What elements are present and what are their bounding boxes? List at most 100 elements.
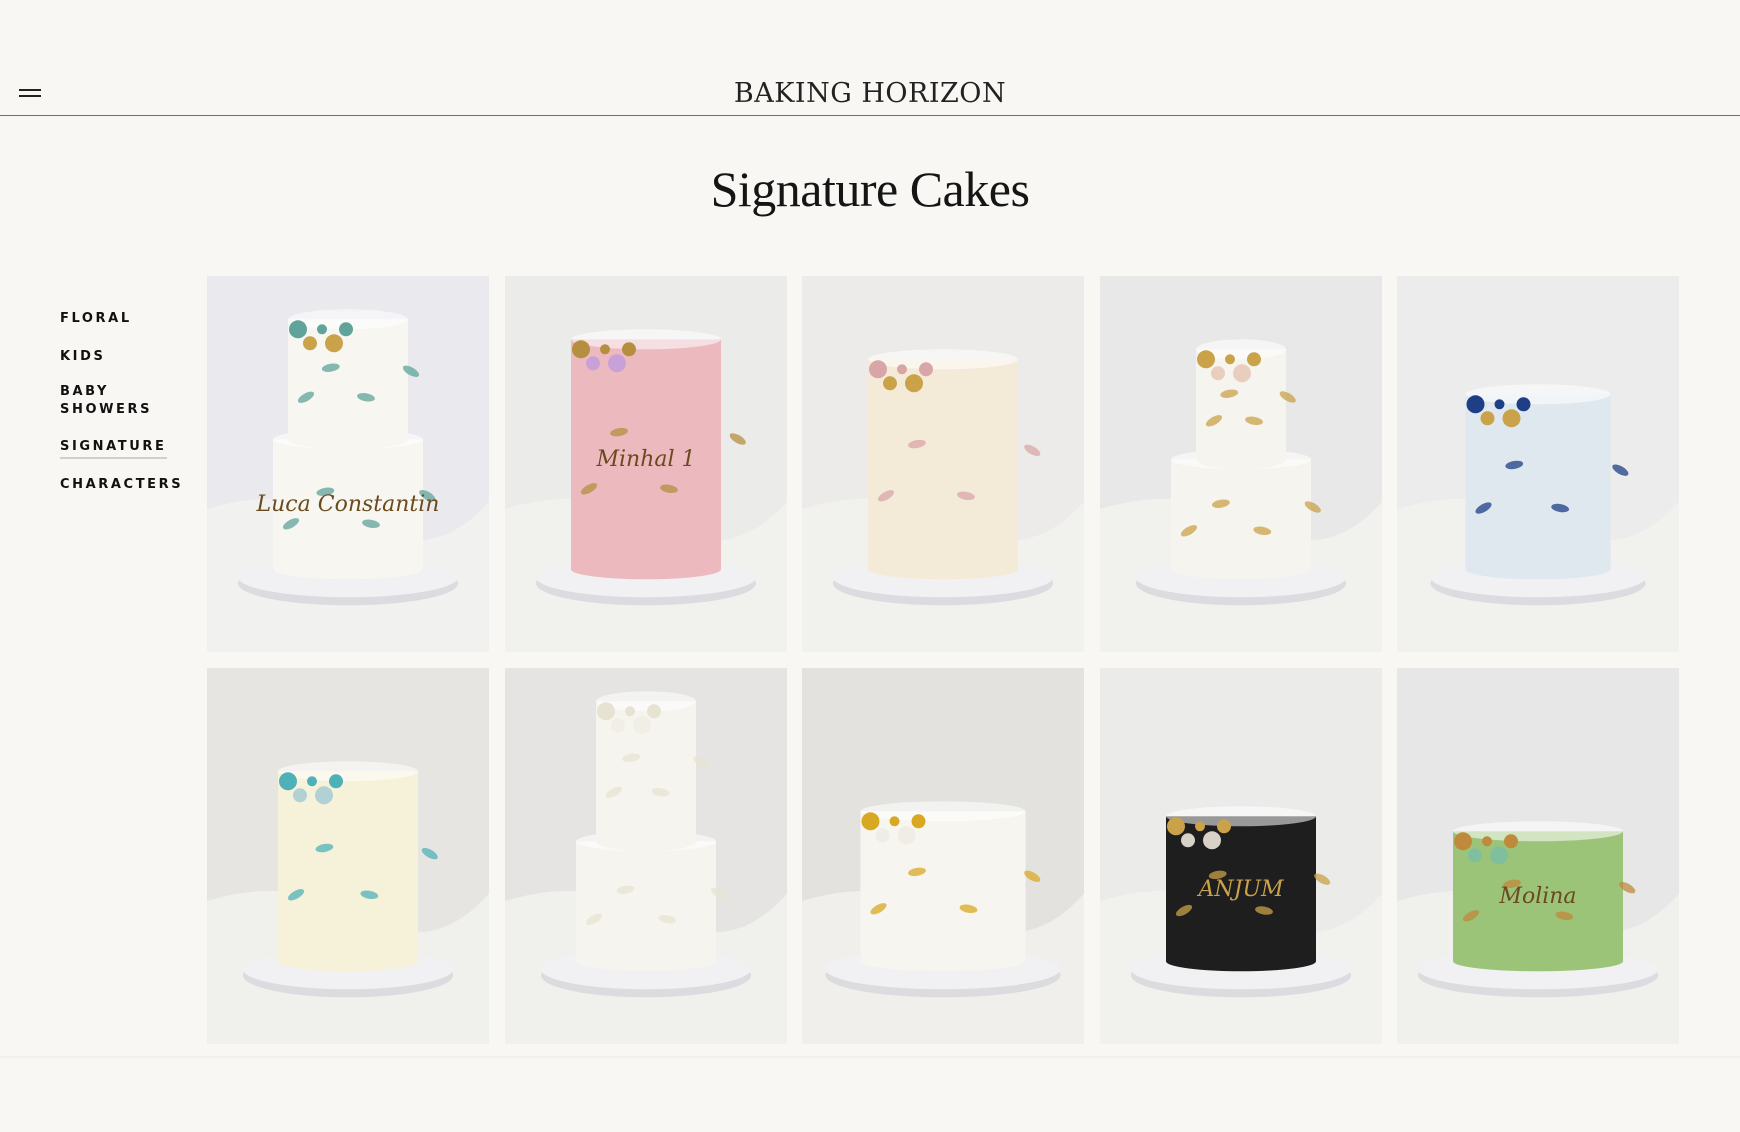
cake-flower xyxy=(586,356,600,371)
gallery-tile[interactable] xyxy=(505,668,787,1044)
cake-tier-bottom xyxy=(1171,559,1311,580)
nav-item-signature[interactable]: SIGNATURE xyxy=(60,438,167,459)
cake-flower xyxy=(622,342,636,357)
nav-item-baby-showers-line2[interactable]: SHOWERS xyxy=(60,401,152,419)
cake-flower xyxy=(1454,832,1472,851)
gallery-tile[interactable] xyxy=(1397,276,1679,652)
cake-tier-top xyxy=(571,329,721,350)
gallery-tile[interactable]: Molina xyxy=(1397,668,1679,1044)
nav-item-kids[interactable]: KIDS xyxy=(60,348,105,366)
cake-flower xyxy=(608,354,626,373)
cake-tier-bottom xyxy=(273,559,423,580)
cake-flower xyxy=(1490,846,1508,865)
cake-photo xyxy=(207,668,489,1044)
cake-tier-top xyxy=(1453,821,1623,842)
cake-flower xyxy=(1233,364,1251,383)
cake-flower xyxy=(1516,397,1531,412)
cake-flower xyxy=(317,324,327,335)
cake-flower xyxy=(911,814,926,829)
cake-tier-top xyxy=(860,801,1026,822)
cake-photo xyxy=(802,276,1084,652)
cake-flower xyxy=(861,812,880,831)
cake-photo: Minhal 1 xyxy=(505,276,787,652)
cake-photo: Luca Constantin xyxy=(207,276,489,652)
cake-tier-bottom xyxy=(860,951,1026,972)
cake-flower xyxy=(279,772,297,791)
cake-tier-bottom xyxy=(278,951,418,972)
cake-flower xyxy=(1504,834,1518,849)
cake-photo: Molina xyxy=(1397,668,1679,1044)
gallery-tile[interactable]: Luca Constantin xyxy=(207,276,489,652)
cake-flower xyxy=(307,776,317,787)
cake-tier-bottom xyxy=(1465,559,1611,580)
cake-flower xyxy=(1217,819,1231,834)
cake-flower xyxy=(1494,399,1505,410)
cake-tier xyxy=(1171,459,1311,570)
cake-flower xyxy=(1225,354,1235,365)
cake-topper-text: Molina xyxy=(1498,884,1576,909)
gallery-tile[interactable]: ANJUM xyxy=(1100,668,1382,1044)
cake-flower xyxy=(572,340,590,359)
gallery-tile[interactable] xyxy=(802,276,1084,652)
cake-flower xyxy=(600,344,610,355)
cake-tier-bottom xyxy=(288,429,408,450)
cake-tier-top xyxy=(1465,384,1611,405)
nav-item-characters[interactable]: CHARACTERS xyxy=(60,476,183,494)
cake-flower xyxy=(1502,409,1521,428)
cake-flower xyxy=(325,334,343,353)
cake-flower xyxy=(293,788,307,803)
site-header: BAKING HORIZON xyxy=(0,0,1740,116)
cake-flower xyxy=(1211,366,1225,381)
cake-tier xyxy=(576,841,716,962)
cake-flower xyxy=(289,320,307,339)
cake-flower xyxy=(647,704,661,719)
cake-flower xyxy=(889,816,900,827)
cake-flower xyxy=(625,706,635,717)
cake-topper-text: ANJUM xyxy=(1196,877,1283,902)
cake-flower xyxy=(1480,411,1495,426)
cake-tier-bottom xyxy=(596,831,696,852)
cake-flower xyxy=(1466,395,1485,414)
cake-flower xyxy=(897,364,907,375)
cake-tier-top xyxy=(1166,806,1316,827)
gallery-tile[interactable] xyxy=(1100,276,1382,652)
cake-flower xyxy=(919,362,933,377)
cake-flower xyxy=(883,376,897,391)
cake-tier-bottom xyxy=(571,559,721,580)
gallery-tile[interactable] xyxy=(207,668,489,1044)
cake-tier-top xyxy=(868,349,1018,370)
cake-flower xyxy=(1482,836,1492,847)
cake-tier-bottom xyxy=(1453,951,1623,972)
cake-photo xyxy=(802,668,1084,1044)
site-logo[interactable]: BAKING HORIZON xyxy=(0,78,1740,109)
cake-photo: ANJUM xyxy=(1100,668,1382,1044)
cake-flower xyxy=(303,336,317,351)
cake-photo xyxy=(1397,276,1679,652)
cake-flower xyxy=(329,774,343,789)
cake-flower xyxy=(611,718,625,733)
cake-flower xyxy=(905,374,923,393)
cake-flower xyxy=(315,786,333,805)
page-bottom-divider xyxy=(0,1056,1740,1058)
nav-item-floral[interactable]: FLORAL xyxy=(60,310,132,328)
gallery-tile[interactable] xyxy=(802,668,1084,1044)
cake-flower xyxy=(597,702,615,721)
nav-item-baby-showers[interactable]: BABY xyxy=(60,383,109,401)
cake-tier-bottom xyxy=(868,559,1018,580)
cake-topper-text: Luca Constantin xyxy=(256,492,440,517)
cake-tier xyxy=(868,359,1018,570)
cake-tier-bottom xyxy=(1166,951,1316,972)
cake-flower xyxy=(869,360,887,379)
cake-tier-bottom xyxy=(576,951,716,972)
gallery-tile[interactable]: Minhal 1 xyxy=(505,276,787,652)
cake-tier xyxy=(288,319,408,440)
cake-photo xyxy=(505,668,787,1044)
cake-flower xyxy=(1167,817,1185,836)
cake-flower xyxy=(1181,833,1195,848)
cake-flower xyxy=(633,716,651,735)
cake-tier-top xyxy=(278,761,418,782)
cake-flower xyxy=(897,826,916,845)
cake-flower xyxy=(875,828,890,843)
cake-flower xyxy=(1468,848,1482,863)
page-title: Signature Cakes xyxy=(710,161,1030,217)
